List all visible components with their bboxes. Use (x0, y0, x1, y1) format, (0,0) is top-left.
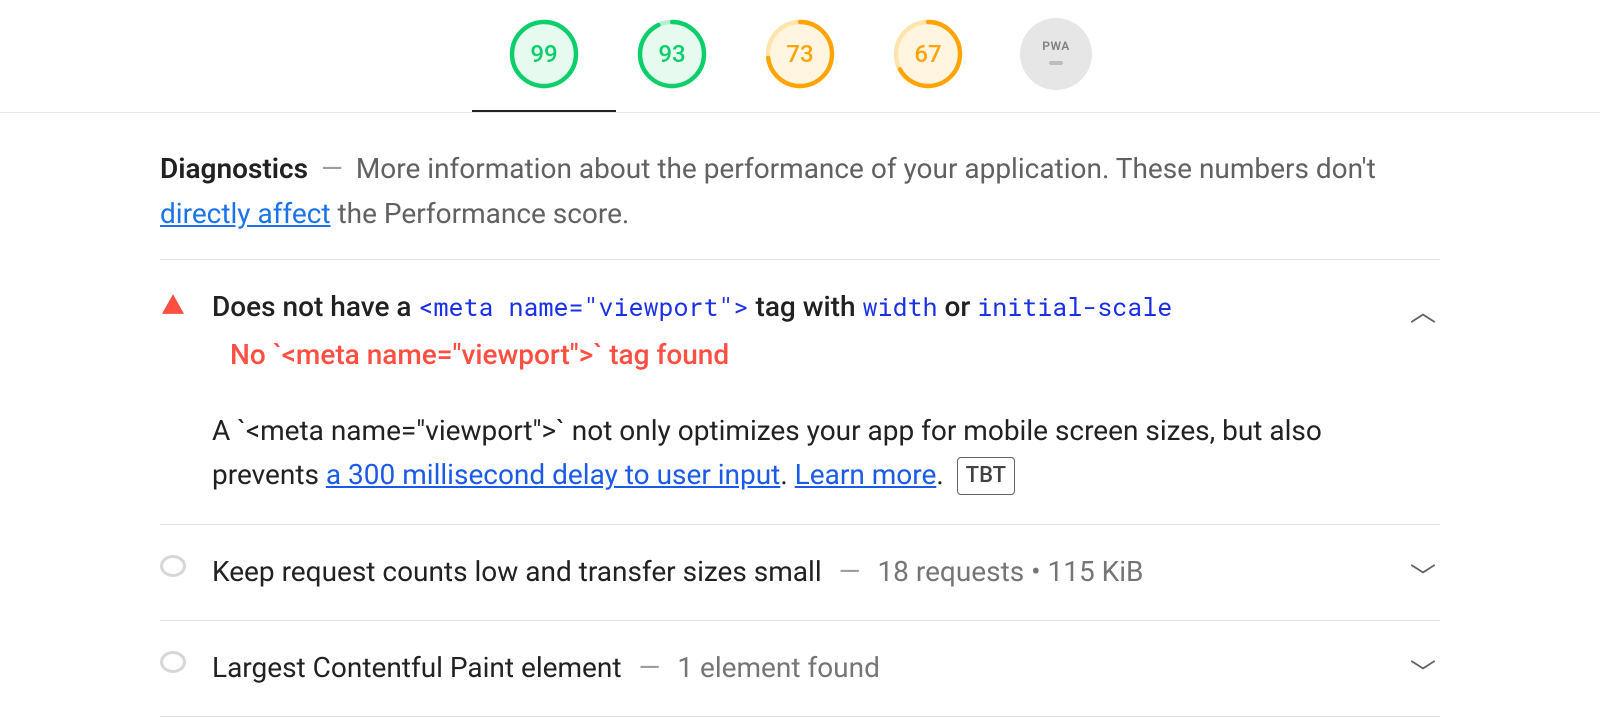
pwa-dash-icon (1049, 61, 1063, 65)
active-tab-underline (472, 110, 616, 112)
text: . (780, 458, 794, 491)
text: tag with (756, 290, 863, 323)
code-snippet: initial-scale (977, 290, 1172, 323)
code-snippet: width (863, 290, 938, 323)
chevron-down-icon[interactable]: ﹀ (1410, 557, 1440, 594)
audit-headline: Largest Contentful Paint element — 1 ele… (212, 647, 1384, 689)
audit-viewport[interactable]: Does not have a <meta name="viewport"> t… (160, 260, 1440, 526)
score-gauge-seo[interactable]: 67 (892, 18, 964, 90)
text: Does not have a (212, 290, 418, 323)
learn-more-link[interactable]: Learn more (795, 458, 937, 491)
metric-tag-tbt: TBT (957, 457, 1015, 494)
score-strip: 99 93 73 67 PWA (0, 0, 1600, 113)
directly-affect-link[interactable]: directly affect (160, 197, 331, 230)
audit-request-counts[interactable]: Keep request counts low and transfer siz… (160, 525, 1440, 621)
score-value: 67 (914, 40, 941, 68)
score-value: 93 (658, 40, 685, 68)
separator: — (638, 651, 660, 684)
audit-body: Does not have a <meta name="viewport"> t… (212, 286, 1384, 499)
code-snippet: <meta name="viewport"> (418, 290, 748, 323)
audit-error-message: No `<meta name="viewport">` tag found (230, 338, 1384, 371)
separator: — (321, 152, 343, 185)
info-circle-icon (160, 555, 186, 577)
score-gauge-best-practices[interactable]: 73 (764, 18, 836, 90)
chevron-up-icon[interactable]: ︿ (1410, 292, 1440, 329)
score-gauge-accessibility[interactable]: 93 (636, 18, 708, 90)
separator: — (839, 555, 861, 588)
score-gauge-pwa[interactable]: PWA (1020, 18, 1092, 90)
fail-triangle-icon (160, 294, 186, 314)
audit-headline: Keep request counts low and transfer siz… (212, 551, 1384, 593)
diagnostics-section: Diagnostics — More information about the… (80, 113, 1520, 717)
delay-link[interactable]: a 300 millisecond delay to user input (326, 458, 780, 491)
info-circle-icon (160, 651, 186, 673)
audit-title: Largest Contentful Paint element (212, 651, 622, 684)
audit-description: A `<meta name="viewport">` not only opti… (212, 409, 1384, 499)
pwa-label: PWA (1042, 39, 1070, 53)
text: . (936, 458, 950, 491)
diagnostics-blurb-pre: More information about the performance o… (356, 152, 1376, 185)
audit-lcp-element[interactable]: Largest Contentful Paint element — 1 ele… (160, 621, 1440, 717)
audit-title: Keep request counts low and transfer siz… (212, 555, 822, 588)
chevron-down-icon[interactable]: ﹀ (1410, 653, 1440, 690)
audit-headline: Does not have a <meta name="viewport"> t… (212, 286, 1384, 328)
audit-subtext: 18 requests • 115 KiB (877, 555, 1143, 588)
score-gauge-performance[interactable]: 99 (508, 18, 580, 90)
text: or (945, 290, 978, 323)
diagnostics-header: Diagnostics — More information about the… (160, 147, 1440, 260)
score-value: 99 (530, 40, 557, 68)
diagnostics-blurb-post: the Performance score. (337, 197, 629, 230)
diagnostics-title: Diagnostics (160, 152, 308, 185)
audit-subtext: 1 element found (677, 651, 880, 684)
score-value: 73 (786, 40, 813, 68)
